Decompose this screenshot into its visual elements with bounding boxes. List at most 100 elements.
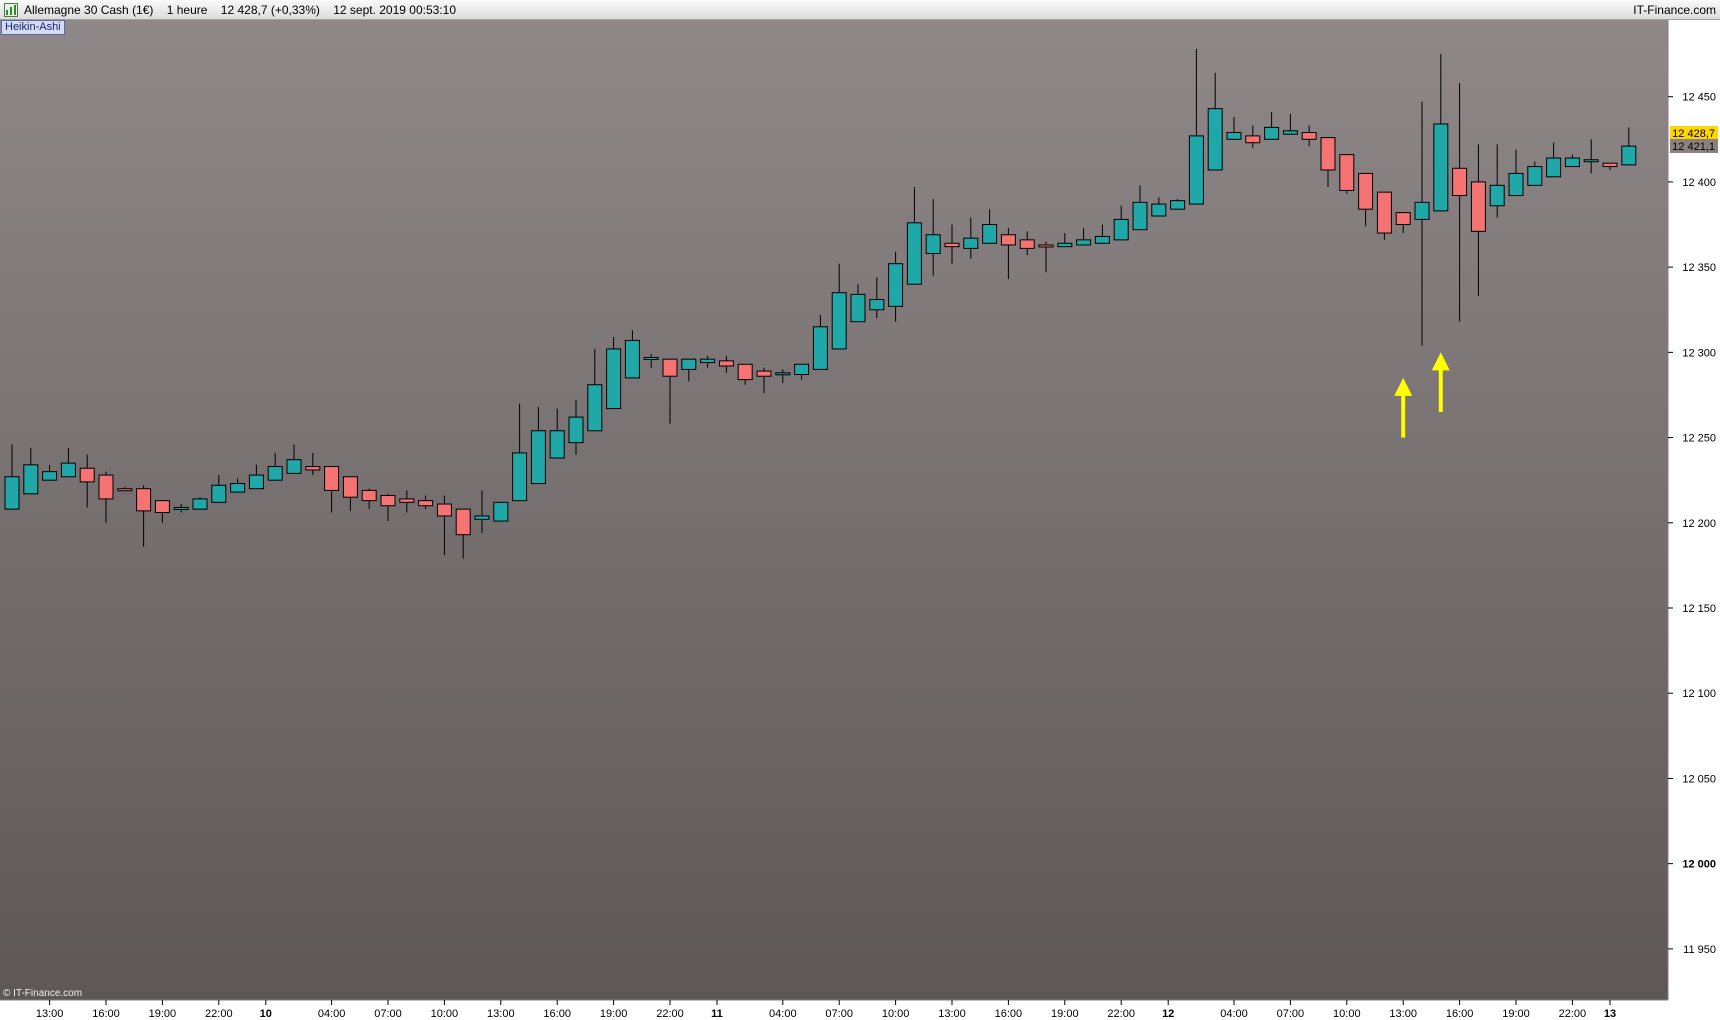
x-tick-label: 19:00 — [600, 1008, 628, 1020]
candle-body — [1583, 159, 1599, 163]
candle-body — [1489, 184, 1505, 207]
candle-body — [1170, 200, 1186, 210]
x-tick-label: 16:00 — [92, 1008, 120, 1020]
candle-body — [60, 462, 76, 478]
candle-body — [1508, 172, 1524, 197]
candle-body — [1301, 131, 1317, 140]
timeframe: 1 heure — [166, 3, 208, 17]
bear-candle — [1376, 191, 1392, 240]
x-tick-label: 16:00 — [1446, 1008, 1474, 1020]
chart-header: Allemagne 30 Cash (1€) 1 heure 12 428,7 … — [24, 0, 456, 20]
candle-body — [718, 360, 734, 367]
candle-body — [700, 358, 716, 364]
x-tick-label: 10 — [260, 1008, 272, 1020]
x-tick-label: 12 — [1162, 1008, 1174, 1020]
candle-body — [1564, 157, 1580, 168]
x-tick-label: 13:00 — [487, 1008, 515, 1020]
candle-body — [324, 466, 340, 491]
candle-body — [42, 471, 58, 481]
plot-area[interactable] — [0, 20, 1668, 1000]
candle-body — [1000, 234, 1016, 246]
candle-body — [963, 237, 979, 249]
price-label-text: 12 421,1 — [1672, 141, 1715, 153]
candle-body — [1226, 131, 1242, 140]
candle-body — [361, 489, 377, 502]
candle-body — [1339, 154, 1355, 191]
x-tick-label: 10:00 — [882, 1008, 910, 1020]
candle-body — [869, 299, 885, 311]
candle-body — [1188, 135, 1204, 205]
quote-datetime: 12 sept. 2019 00:53:10 — [333, 3, 456, 17]
x-tick-label: 19:00 — [1051, 1008, 1079, 1020]
candle-body — [399, 498, 415, 503]
candle-body — [831, 292, 847, 350]
candle-body — [136, 488, 152, 512]
candle-body — [192, 498, 208, 510]
candle-body — [1546, 157, 1562, 178]
x-tick-label: 04:00 — [318, 1008, 346, 1020]
candle-body — [1376, 191, 1392, 234]
candle-body — [418, 500, 434, 507]
price-chart[interactable]: 12 450 12 400 12 350 12 300 12 250 12 200 12 1… — [0, 20, 1720, 1020]
candle-body — [775, 372, 791, 376]
candle-body — [944, 242, 960, 248]
candle-body — [1207, 108, 1223, 171]
chart-app-icon — [4, 3, 18, 17]
candle-body — [756, 370, 772, 377]
candle-body — [1358, 172, 1374, 210]
x-tick-label: 11 — [711, 1008, 723, 1020]
candle-body — [1527, 166, 1543, 186]
candle-body — [624, 339, 640, 379]
last-quote: 12 428,7 (+0,33%) — [220, 3, 320, 17]
candle-body — [248, 474, 264, 490]
candle-body — [1245, 135, 1261, 144]
candle-body — [1113, 218, 1129, 241]
candle-body — [1470, 181, 1486, 232]
price-label-text: 12 428,7 — [1672, 128, 1715, 140]
x-tick-label: 04:00 — [769, 1008, 797, 1020]
candle-body — [606, 348, 622, 410]
candle-body — [4, 476, 20, 510]
candle-body — [154, 500, 170, 514]
x-tick-label: 19:00 — [1502, 1008, 1530, 1020]
bear-candle — [1339, 154, 1355, 194]
brand-name: IT-Finance.com — [1633, 3, 1716, 17]
candle-body — [98, 474, 114, 500]
x-tick-label: 22:00 — [1559, 1008, 1587, 1020]
candle-body — [474, 515, 490, 520]
y-tick-label: 12 300 — [1682, 347, 1716, 359]
candle-body — [1057, 242, 1073, 248]
indicator-label[interactable]: Heikin-Ashi — [1, 20, 65, 35]
candle-body — [925, 234, 941, 254]
x-tick-label: 10:00 — [431, 1008, 459, 1020]
candle-body — [1452, 167, 1468, 197]
candle-body — [549, 430, 565, 459]
y-tick-label: 12 100 — [1682, 688, 1716, 700]
y-axis-panel[interactable] — [1668, 20, 1720, 1000]
x-tick-label: 10:00 — [1333, 1008, 1361, 1020]
x-tick-label: 13:00 — [36, 1008, 64, 1020]
candle-body — [530, 430, 546, 485]
candle-body — [1019, 239, 1035, 249]
x-tick-label: 04:00 — [1220, 1008, 1248, 1020]
candle-body — [1151, 203, 1167, 217]
y-tick-label: 12 200 — [1682, 518, 1716, 530]
x-tick-label: 13 — [1604, 1008, 1616, 1020]
candle-body — [512, 452, 528, 502]
watermark: © IT-Finance.com — [3, 988, 82, 999]
candle-body — [79, 467, 95, 483]
y-tick-label: 12 450 — [1682, 92, 1716, 104]
candle-body — [982, 224, 998, 244]
candle-body — [1094, 235, 1110, 244]
x-tick-label: 13:00 — [938, 1008, 966, 1020]
candle-body — [1395, 212, 1411, 226]
candle-body — [455, 508, 471, 536]
y-tick-label: 11 950 — [1683, 944, 1716, 956]
candle-body — [737, 363, 753, 381]
price-labels-layer: 12 428,712 421,1 — [1670, 125, 1718, 153]
instrument-name: Allemagne 30 Cash (1€) — [24, 3, 154, 17]
bull-candle — [192, 497, 208, 510]
y-tick-label: 12 150 — [1682, 603, 1716, 615]
candle-body — [1076, 239, 1092, 246]
bull-candle — [493, 501, 509, 522]
